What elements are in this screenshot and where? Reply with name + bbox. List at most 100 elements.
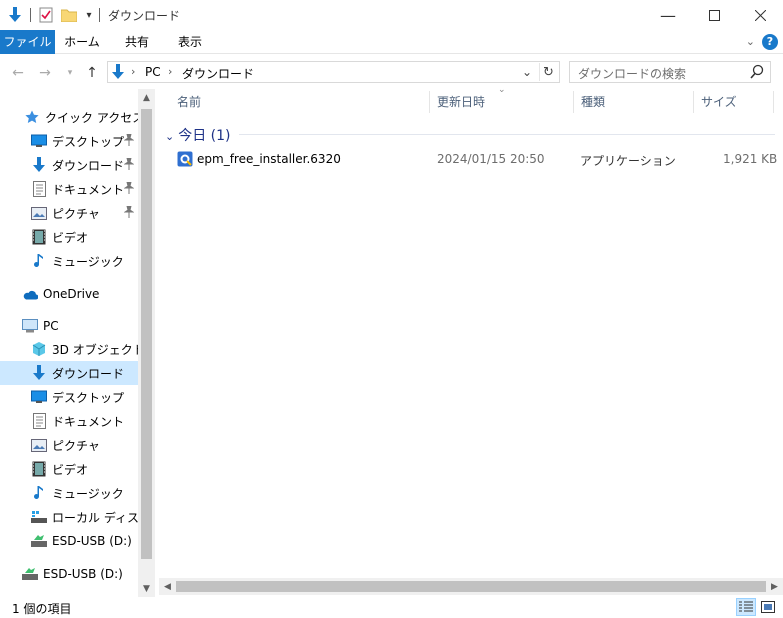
file-size: 1,921 KB: [723, 152, 778, 166]
nav-pc-music[interactable]: ミュージック: [0, 481, 138, 505]
breadcrumb-chevron-icon[interactable]: ›: [131, 65, 135, 78]
nav-label: 3D オブジェクト: [52, 342, 138, 357]
search-icon[interactable]: [750, 64, 764, 80]
new-folder-icon[interactable]: [60, 6, 78, 24]
download-arrow-icon[interactable]: [6, 6, 24, 24]
nav-pc-documents[interactable]: ドキュメント: [0, 409, 138, 433]
refresh-icon[interactable]: ↻: [539, 63, 557, 81]
nav-quick-music[interactable]: ミュージック: [0, 249, 138, 273]
nav-label: ミュージック: [52, 486, 124, 501]
horizontal-scrollbar[interactable]: ◀ ▶: [159, 578, 783, 595]
scroll-down-icon[interactable]: ▼: [138, 580, 155, 597]
file-list: 名前 更新日時 ⌄ 種類 サイズ ⌄ 今日 (1) epm_free_instal…: [159, 85, 783, 597]
nav-label: PC: [43, 319, 59, 333]
breadcrumb-chevron-icon[interactable]: ›: [168, 65, 172, 78]
nav-pc-local-disk[interactable]: ローカル ディスク (C: [0, 505, 138, 529]
nav-label: ダウンロード: [52, 158, 125, 173]
file-type: アプリケーション: [580, 154, 676, 168]
nav-label: ドキュメント: [52, 414, 125, 429]
scroll-thumb[interactable]: [176, 581, 766, 592]
column-divider[interactable]: [773, 91, 774, 113]
download-arrow-icon: [31, 365, 47, 381]
search-input[interactable]: ダウンロードの検索: [578, 65, 686, 82]
nav-pc-desktop[interactable]: デスクトップ: [0, 385, 138, 409]
divider: [30, 8, 31, 22]
nav-quick-documents[interactable]: ドキュメント: [0, 177, 138, 201]
item-count: 1 個の項目: [12, 602, 72, 616]
maximize-button[interactable]: [691, 0, 737, 30]
nav-label: デスクトップ: [52, 390, 125, 405]
nav-onedrive[interactable]: OneDrive: [0, 282, 138, 306]
collapse-chevron-icon[interactable]: ⌄: [165, 130, 174, 143]
column-header-name[interactable]: 名前: [177, 89, 201, 115]
nav-pc[interactable]: PC: [0, 314, 138, 338]
desktop-icon: [31, 133, 47, 149]
column-divider[interactable]: [573, 91, 574, 113]
file-name[interactable]: epm_free_installer.6320: [197, 152, 341, 166]
scroll-thumb[interactable]: [141, 109, 152, 559]
column-header-type[interactable]: 種類: [581, 89, 605, 115]
address-bar[interactable]: › PC › ダウンロード ⌄ ↻: [107, 61, 560, 83]
breadcrumb-pc[interactable]: PC: [145, 65, 161, 79]
back-arrow-icon[interactable]: ←: [8, 63, 28, 83]
nav-quick-desktop[interactable]: デスクトップ: [0, 129, 138, 153]
download-arrow-icon: [111, 64, 125, 83]
up-arrow-icon[interactable]: ↑: [82, 63, 102, 83]
tab-file[interactable]: ファイル: [0, 30, 55, 54]
customize-toolbar-icon[interactable]: ▾: [80, 6, 98, 24]
group-header-today[interactable]: ⌄ 今日 (1): [165, 125, 231, 145]
nav-pc-usb[interactable]: ESD-USB (D:): [0, 529, 138, 553]
ribbon-tabs: ファイル ホーム 共有 表示 ⌄ ?: [0, 30, 783, 54]
3d-object-icon: [31, 341, 47, 357]
nav-pc-3d-objects[interactable]: 3D オブジェクト: [0, 337, 138, 361]
nav-usb-root[interactable]: ESD-USB (D:): [0, 562, 138, 586]
usb-drive-icon: [31, 533, 47, 549]
star-icon: [24, 109, 40, 125]
nav-pc-videos[interactable]: ビデオ: [0, 457, 138, 481]
document-icon: [31, 413, 47, 429]
nav-label: デスクトップ: [52, 134, 125, 149]
breadcrumb-downloads[interactable]: ダウンロード: [182, 65, 254, 82]
column-divider[interactable]: [429, 91, 430, 113]
pin-icon[interactable]: [123, 133, 136, 148]
forward-arrow-icon[interactable]: →: [35, 63, 55, 83]
column-header-size[interactable]: サイズ: [701, 89, 737, 115]
divider: [99, 8, 100, 22]
scroll-right-icon[interactable]: ▶: [766, 578, 783, 595]
file-date: 2024/01/15 20:50: [437, 152, 545, 166]
picture-icon: [31, 205, 47, 221]
nav-pc-downloads[interactable]: ダウンロード: [0, 361, 138, 385]
properties-icon[interactable]: [37, 6, 55, 24]
table-row[interactable]: epm_free_installer.6320 2024/01/15 20:50…: [174, 148, 778, 170]
document-icon: [31, 181, 47, 197]
local-disk-icon: [31, 509, 47, 525]
pin-icon[interactable]: [123, 205, 136, 220]
nav-pc-pictures[interactable]: ピクチャ: [0, 433, 138, 457]
large-icons-view-icon[interactable]: [758, 598, 778, 616]
nav-quick-downloads[interactable]: ダウンロード: [0, 153, 138, 177]
address-dropdown-icon[interactable]: ⌄: [519, 63, 535, 81]
video-icon: [31, 461, 47, 477]
pin-icon[interactable]: [123, 181, 136, 196]
search-box[interactable]: ダウンロードの検索: [569, 61, 771, 83]
pin-icon[interactable]: [123, 157, 136, 172]
minimize-button[interactable]: —: [645, 0, 691, 30]
recent-locations-icon[interactable]: ▾: [60, 63, 80, 83]
scroll-left-icon[interactable]: ◀: [159, 578, 176, 595]
help-button[interactable]: ?: [762, 34, 778, 50]
column-header-date[interactable]: 更新日時: [437, 89, 485, 115]
close-button[interactable]: [737, 0, 783, 30]
scroll-up-icon[interactable]: ▲: [138, 89, 155, 106]
nav-scrollbar[interactable]: ▲ ▼: [138, 89, 155, 597]
expand-ribbon-icon[interactable]: ⌄: [746, 35, 755, 48]
desktop-icon: [31, 389, 47, 405]
nav-quick-pictures[interactable]: ピクチャ: [0, 201, 138, 225]
tab-share[interactable]: 共有: [113, 30, 161, 54]
tab-home[interactable]: ホーム: [58, 30, 106, 54]
tab-view[interactable]: 表示: [166, 30, 214, 54]
details-view-icon[interactable]: [736, 598, 756, 616]
nav-quick-access[interactable]: クイック アクセス: [0, 105, 138, 129]
nav-quick-videos[interactable]: ビデオ: [0, 225, 138, 249]
nav-label: ドキュメント: [52, 182, 125, 197]
column-divider[interactable]: [693, 91, 694, 113]
